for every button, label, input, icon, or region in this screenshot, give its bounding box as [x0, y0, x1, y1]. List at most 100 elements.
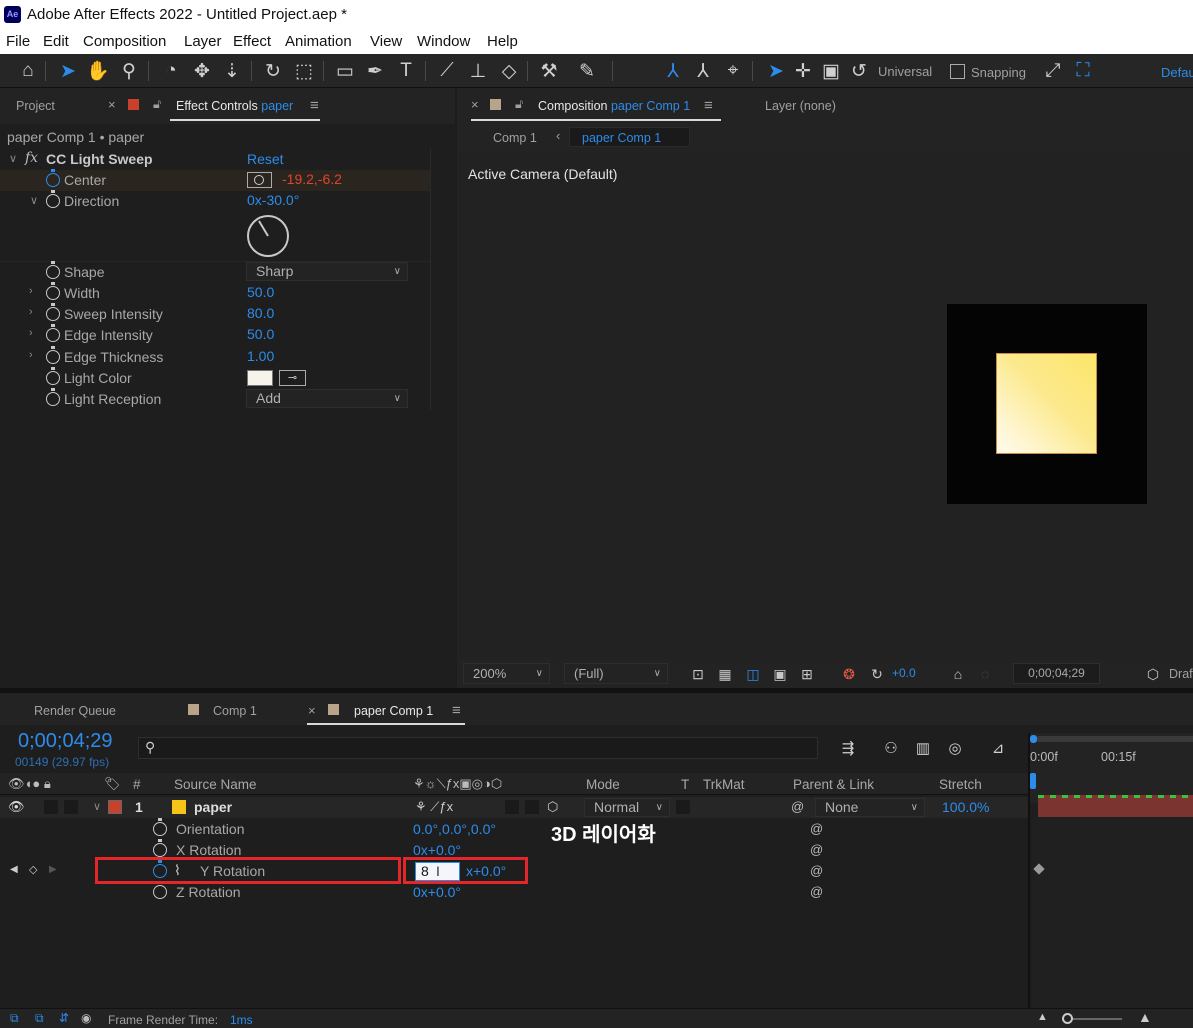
pen-tool-icon[interactable]: ✒ [362, 58, 388, 84]
renderer-icon[interactable]: ⬡ [1143, 663, 1163, 685]
hand-tool-icon[interactable]: ✋ [85, 58, 111, 84]
chevron-down-icon[interactable]: ∨ [9, 152, 17, 165]
tab-comp1[interactable]: Comp 1 [213, 704, 257, 718]
renderer-label[interactable]: Draft [1169, 667, 1193, 681]
edge-intensity-value[interactable]: 50.0 [247, 326, 274, 342]
expression-pickwhip-icon[interactable]: @ [810, 842, 823, 857]
direction-dial[interactable] [245, 213, 291, 259]
region-of-interest-icon[interactable]: ▣ [770, 663, 790, 685]
blend-toggle[interactable] [505, 800, 519, 814]
rectangle-tool-icon[interactable]: ▭ [332, 58, 358, 84]
expression-pickwhip-icon[interactable]: @ [810, 863, 823, 878]
work-area-start-handle[interactable] [1030, 735, 1037, 743]
paper-layer-preview[interactable] [996, 353, 1097, 454]
render-time-icon[interactable]: ◉ [81, 1011, 91, 1025]
layer-switches-toggle-icon[interactable]: ⧉ [10, 1011, 19, 1026]
tab-effect-controls[interactable]: Effect Controls paper [176, 99, 293, 113]
shape-dropdown[interactable]: Sharp ∨ [246, 262, 408, 281]
scale-icon[interactable]: ▣ [818, 58, 844, 84]
snapshot-icon[interactable]: ⌂ [948, 663, 968, 685]
eyedropper-icon[interactable]: ⊸ [279, 370, 306, 386]
eraser-tool-icon[interactable]: ◇ [496, 58, 522, 84]
time-ruler[interactable]: 0:00f 00:15f [1030, 733, 1193, 803]
prev-keyframe-icon[interactable]: ◀ [10, 864, 18, 875]
flow-comp1[interactable]: Comp 1 [493, 131, 537, 145]
graph-editor-icon[interactable]: ⊿ [985, 735, 1011, 761]
menu-window[interactable]: Window [417, 33, 470, 50]
z-rotation-value[interactable]: 0x+0.0° [413, 884, 461, 900]
view-axis-icon[interactable]: ⌖ [720, 58, 746, 84]
move-icon[interactable]: ✛ [790, 58, 816, 84]
menu-animation[interactable]: Animation [285, 33, 352, 50]
pan-behind-icon[interactable]: ⬚ [291, 58, 317, 84]
snap-grid-icon[interactable]: ⛶ [1070, 58, 1096, 84]
tab-render-queue[interactable]: Render Queue [34, 704, 116, 718]
expression-pickwhip-icon[interactable]: @ [810, 821, 823, 836]
col-source-name[interactable]: Source Name [174, 777, 257, 792]
layer-label-swatch[interactable] [108, 800, 122, 814]
close-tab-icon[interactable]: × [108, 97, 116, 112]
center-value[interactable]: -19.2,-6.2 [282, 171, 342, 187]
home-icon[interactable]: ⌂ [15, 58, 41, 84]
stopwatch-icon[interactable] [46, 346, 60, 364]
stopwatch-icon[interactable] [153, 881, 167, 899]
clone-stamp-icon[interactable]: ⊥ [465, 58, 491, 84]
playhead-icon[interactable] [1030, 773, 1036, 789]
light-color-swatch[interactable] [247, 370, 273, 386]
mode-dropdown[interactable]: Normal ∨ [584, 798, 670, 817]
brush-tool-icon[interactable]: ⟋ [434, 58, 460, 84]
direction-value[interactable]: 0x-30.0° [247, 192, 299, 208]
stopwatch-icon[interactable] [46, 367, 60, 385]
x-rotation-value[interactable]: 0x+0.0° [413, 842, 461, 858]
zoom-slider-handle[interactable] [1062, 1013, 1073, 1024]
eye-icon[interactable]: 👁︎ [8, 799, 25, 815]
fast-previews-icon[interactable]: ⊡ [688, 663, 708, 685]
snap-options-icon[interactable]: ⤢ [1040, 58, 1066, 84]
stopwatch-icon[interactable] [46, 190, 60, 208]
chevron-down-icon[interactable]: ∨ [30, 194, 38, 207]
rotate-icon[interactable]: ↺ [846, 58, 872, 84]
transparency-grid-icon[interactable]: ▦ [715, 663, 735, 685]
layer-switches-icons[interactable]: ⚘ ⟋ƒx [415, 799, 453, 815]
stopwatch-icon[interactable] [46, 169, 60, 187]
zoom-dropdown[interactable]: 200% ∨ [463, 663, 550, 684]
chevron-right-icon[interactable]: › [29, 306, 33, 318]
stopwatch-icon[interactable] [46, 261, 60, 279]
panel-menu-icon[interactable]: ≡ [310, 97, 319, 114]
universal-select-icon[interactable]: ➤ [763, 58, 789, 84]
zoom-out-icon[interactable]: ▲ [1037, 1011, 1048, 1023]
panel-menu-icon[interactable]: ≡ [452, 702, 461, 719]
tab-paper-comp1[interactable]: paper Comp 1 [354, 704, 433, 718]
zoom-in-icon[interactable]: ▲ [1138, 1009, 1152, 1025]
pan-camera-icon[interactable]: ✥ [189, 58, 215, 84]
edge-thickness-value[interactable]: 1.00 [247, 348, 274, 364]
transfer-controls-toggle-icon[interactable]: ⧉ [35, 1011, 44, 1026]
expression-pickwhip-icon[interactable]: @ [810, 884, 823, 899]
chevron-right-icon[interactable]: › [29, 349, 33, 361]
menu-composition[interactable]: Composition [83, 33, 166, 50]
menu-effect[interactable]: Effect [233, 33, 271, 50]
solo-toggle[interactable] [44, 800, 58, 814]
stopwatch-icon[interactable] [46, 324, 60, 342]
comp-viewer[interactable]: Active Camera (Default) [459, 154, 1191, 658]
stopwatch-icon[interactable] [46, 303, 60, 321]
add-keyframe-icon[interactable]: ◇ [29, 863, 37, 876]
timeline-search-input[interactable]: ⚲ [138, 737, 818, 759]
mask-visibility-icon[interactable]: ◫ [743, 663, 763, 685]
stopwatch-icon[interactable] [153, 839, 167, 857]
fx-icon[interactable]: fx [25, 150, 38, 166]
show-snapshot-icon[interactable]: ◌ [975, 663, 995, 685]
tab-composition[interactable]: Composition paper Comp 1 [538, 99, 690, 113]
chevron-right-icon[interactable]: › [29, 285, 33, 297]
panel-menu-icon[interactable]: ≡ [704, 97, 713, 114]
chevron-down-icon[interactable]: ∨ [93, 800, 101, 813]
chevron-right-icon[interactable]: › [29, 327, 33, 339]
layer-name[interactable]: paper [194, 799, 232, 815]
crosshair-icon[interactable] [247, 172, 272, 188]
menu-help[interactable]: Help [487, 33, 518, 50]
pickwhip-icon[interactable]: @ [791, 799, 804, 814]
world-axis-icon[interactable]: ⅄ [690, 58, 716, 84]
width-value[interactable]: 50.0 [247, 284, 274, 300]
resolution-dropdown[interactable]: (Full) ∨ [564, 663, 668, 684]
menu-file[interactable]: File [6, 33, 30, 50]
